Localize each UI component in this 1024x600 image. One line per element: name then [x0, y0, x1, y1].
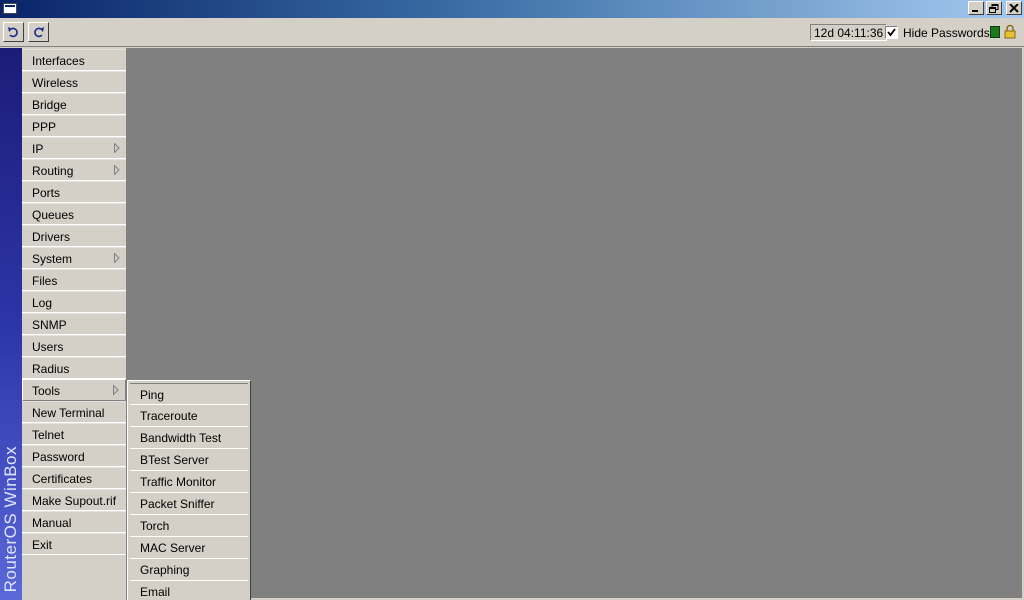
- submenu-arrow-icon: [114, 165, 120, 175]
- menu-item-label: Ports: [32, 186, 61, 200]
- menu-item-certificates[interactable]: Certificates: [22, 467, 126, 489]
- menu-item-system[interactable]: System: [22, 247, 126, 269]
- tools-item-mac-server[interactable]: MAC Server: [130, 537, 248, 559]
- menu-item-label: IP: [32, 142, 44, 156]
- menu-item-log[interactable]: Log: [22, 291, 126, 313]
- menu-item-users[interactable]: Users: [22, 335, 126, 357]
- menu-item-label: Telnet: [32, 428, 65, 442]
- menu-item-label: Make Supout.rif: [32, 494, 117, 508]
- menu-item-ppp[interactable]: PPP: [22, 115, 126, 137]
- tools-item-graphing[interactable]: Graphing: [130, 559, 248, 581]
- window-controls: [968, 1, 1022, 15]
- menu-item-label: System: [32, 252, 73, 266]
- restore-icon: [989, 4, 999, 13]
- tools-item-email[interactable]: Email: [130, 581, 248, 600]
- menu-item-manual[interactable]: Manual: [22, 511, 126, 533]
- menu-item-wireless[interactable]: Wireless: [22, 71, 126, 93]
- menu-item-ip[interactable]: IP: [22, 137, 126, 159]
- tools-item-traffic-monitor[interactable]: Traffic Monitor: [130, 471, 248, 493]
- hide-passwords-label[interactable]: Hide Passwords: [903, 26, 990, 40]
- menu-item-tools[interactable]: Tools: [22, 379, 126, 401]
- menu-item-routing[interactable]: Routing: [22, 159, 126, 181]
- menu-item-snmp[interactable]: SNMP: [22, 313, 126, 335]
- lock-icon: [1004, 24, 1016, 39]
- menu-item-label: Wireless: [32, 76, 79, 90]
- title-bar[interactable]: [0, 0, 1024, 18]
- tools-item-traceroute[interactable]: Traceroute: [130, 405, 248, 427]
- menu-item-interfaces[interactable]: Interfaces: [22, 49, 126, 71]
- submenu-arrow-icon: [113, 385, 119, 395]
- menu-item-label: SNMP: [32, 318, 67, 332]
- brand-label: RouterOS WinBox: [1, 445, 20, 592]
- main-menu: Interfaces Wireless Bridge PPP IP Routing Port…: [22, 49, 126, 555]
- minimize-icon: [972, 10, 978, 12]
- undo-icon: [8, 27, 18, 38]
- minimize-button[interactable]: [968, 1, 984, 15]
- close-icon: [1009, 4, 1019, 13]
- menu-item-label: PPP: [32, 120, 57, 134]
- tools-item-btest-server[interactable]: BTest Server: [130, 449, 248, 471]
- menu-item-radius[interactable]: Radius: [22, 357, 126, 379]
- menu-item-label: Manual: [32, 516, 72, 530]
- restore-button[interactable]: [986, 1, 1002, 15]
- menu-item-label: Password: [32, 450, 85, 464]
- menu-item-label: Interfaces: [32, 54, 85, 68]
- menu-item-label: Exit: [32, 538, 53, 552]
- menu-item-drivers[interactable]: Drivers: [22, 225, 126, 247]
- close-button[interactable]: [1006, 1, 1022, 15]
- menu-item-label: Log: [32, 296, 53, 310]
- hide-passwords-checkbox[interactable]: [885, 26, 898, 39]
- menu-item-label: New Terminal: [32, 406, 105, 420]
- undo-button[interactable]: [3, 22, 24, 42]
- menu-item-ports[interactable]: Ports: [22, 181, 126, 203]
- menu-item-new-terminal[interactable]: New Terminal: [22, 401, 126, 423]
- app-icon[interactable]: [3, 3, 17, 14]
- redo-button[interactable]: [28, 22, 49, 42]
- menu-item-queues[interactable]: Queues: [22, 203, 126, 225]
- menu-item-make-supout-rif[interactable]: Make Supout.rif: [22, 489, 126, 511]
- brand-strip: RouterOS WinBox: [0, 48, 22, 600]
- workspace-area[interactable]: [127, 48, 1022, 598]
- menu-item-bridge[interactable]: Bridge: [22, 93, 126, 115]
- tools-item-bandwidth-test[interactable]: Bandwidth Test: [130, 427, 248, 449]
- menu-item-files[interactable]: Files: [22, 269, 126, 291]
- submenu-arrow-icon: [114, 253, 120, 263]
- menu-item-label: Users: [32, 340, 64, 354]
- submenu-arrow-icon: [114, 143, 120, 153]
- tools-item-packet-sniffer[interactable]: Packet Sniffer: [130, 493, 248, 515]
- menu-item-label: Queues: [32, 208, 75, 222]
- menu-item-label: Drivers: [32, 230, 70, 244]
- redo-icon: [34, 27, 44, 38]
- menu-item-label: Tools: [32, 384, 61, 398]
- status-led-icon: [990, 26, 1000, 38]
- tools-submenu: Ping Traceroute Bandwidth Test BTest Server…: [127, 380, 251, 600]
- checkmark-icon: [887, 28, 896, 37]
- menu-item-exit[interactable]: Exit: [22, 533, 126, 555]
- menu-item-password[interactable]: Password: [22, 445, 126, 467]
- tools-item-torch[interactable]: Torch: [130, 515, 248, 537]
- menu-item-label: Bridge: [32, 98, 67, 112]
- toolbar: 12d 04:11:36 Hide Passwords: [0, 18, 1024, 47]
- menu-item-label: Routing: [32, 164, 74, 178]
- menu-item-label: Certificates: [32, 472, 93, 486]
- uptime-display: 12d 04:11:36: [810, 24, 888, 41]
- tools-item-ping[interactable]: Ping: [130, 383, 248, 405]
- menu-item-label: Files: [32, 274, 58, 288]
- menu-item-telnet[interactable]: Telnet: [22, 423, 126, 445]
- menu-item-label: Radius: [32, 362, 70, 376]
